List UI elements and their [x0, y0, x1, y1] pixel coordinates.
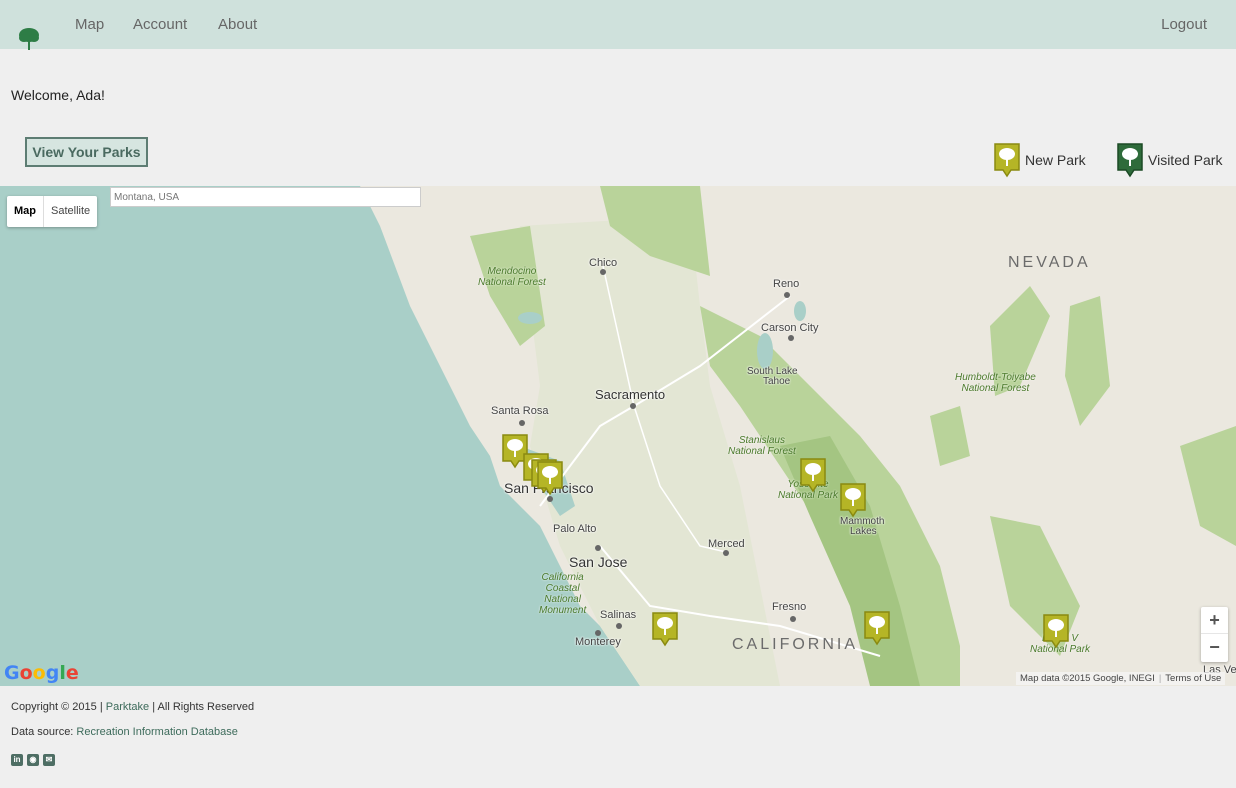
- map-type-map-button[interactable]: Map: [7, 196, 44, 227]
- map-label-merced: Merced: [708, 538, 745, 550]
- google-logo[interactable]: Google: [4, 662, 79, 684]
- nav-map-link[interactable]: Map: [75, 16, 104, 33]
- nav-about-link[interactable]: About: [218, 16, 257, 33]
- map-label-sacramento: Sacramento: [595, 387, 666, 402]
- parktake-link[interactable]: Parktake: [106, 701, 149, 713]
- map-type-satellite-button[interactable]: Satellite: [44, 196, 97, 227]
- footer-data-source: Data source: Recreation Information Data…: [11, 726, 238, 738]
- map-label-fresno: Fresno: [772, 601, 807, 613]
- tree-icon[interactable]: [18, 26, 40, 52]
- view-parks-button[interactable]: View Your Parks: [25, 137, 148, 167]
- github-icon[interactable]: ◉: [27, 754, 39, 766]
- park-marker[interactable]: [1042, 613, 1070, 649]
- map-type-control: Map Satellite: [7, 196, 98, 227]
- logout-link[interactable]: Logout: [1161, 16, 1207, 33]
- map-label-monterey: Monterey: [575, 636, 621, 648]
- park-marker[interactable]: [839, 482, 867, 518]
- map-label-california-coastal: California Coastal National Monument: [539, 572, 587, 616]
- social-links: in ◉ ✉: [11, 754, 55, 766]
- park-marker[interactable]: [651, 611, 679, 647]
- legend-visited-park: Visited Park: [1116, 142, 1222, 178]
- navbar: Map Account About Logout: [0, 0, 1236, 52]
- terms-of-use-link[interactable]: Terms of Use: [1165, 673, 1221, 684]
- map-label-chico: Chico: [589, 257, 618, 269]
- park-marker[interactable]: [799, 457, 827, 493]
- map-canvas[interactable]: NEVADA CALIFORNIA Chico Reno Carson City…: [0, 186, 1236, 686]
- map-label-stanislaus: Stanislaus National Forest: [728, 435, 796, 457]
- map-label-sanjose: San Jose: [569, 554, 628, 570]
- park-marker[interactable]: [863, 610, 891, 646]
- legend-new-label: New Park: [1025, 152, 1086, 168]
- map-label-reno: Reno: [773, 278, 800, 290]
- map-label-carson: Carson City: [761, 322, 819, 334]
- email-icon[interactable]: ✉: [43, 754, 55, 766]
- map-label-mammoth-lakes: Lakes: [850, 526, 877, 537]
- zoom-control: + −: [1201, 607, 1228, 662]
- ridb-link[interactable]: Recreation Information Database: [76, 726, 237, 738]
- visited-park-pin-icon: [1117, 143, 1143, 178]
- footer-copyright: Copyright © 2015 | Parktake | All Rights…: [11, 701, 255, 713]
- linkedin-icon[interactable]: in: [11, 754, 23, 766]
- map-data-attribution: Map data ©2015 Google, INEGI: [1020, 673, 1155, 684]
- map-label-nevada: NEVADA: [1008, 254, 1091, 271]
- nav-account-link[interactable]: Account: [133, 16, 187, 33]
- map-label-mendocino: Mendocino National Forest: [478, 266, 546, 288]
- park-marker[interactable]: [536, 460, 564, 496]
- zoom-out-button[interactable]: −: [1201, 634, 1228, 661]
- zoom-in-button[interactable]: +: [1201, 607, 1228, 634]
- welcome-message: Welcome, Ada!: [11, 87, 105, 103]
- map-label-tahoe: Tahoe: [763, 376, 791, 387]
- map-label-humboldt: Humboldt-Toiyabe National Forest: [955, 372, 1036, 394]
- map-search-input[interactable]: [110, 187, 421, 207]
- legend-visited-label: Visited Park: [1148, 152, 1223, 168]
- new-park-pin-icon: [994, 143, 1020, 178]
- map-label-santarosa: Santa Rosa: [491, 405, 549, 417]
- map-label-salinas: Salinas: [600, 609, 637, 621]
- map-attribution: Map data ©2015 Google, INEGI | Terms of Us…: [1016, 672, 1226, 685]
- map-label-california: CALIFORNIA: [732, 636, 859, 653]
- map-label-paloalto: Palo Alto: [553, 523, 597, 535]
- legend-new-park: New Park: [993, 142, 1086, 178]
